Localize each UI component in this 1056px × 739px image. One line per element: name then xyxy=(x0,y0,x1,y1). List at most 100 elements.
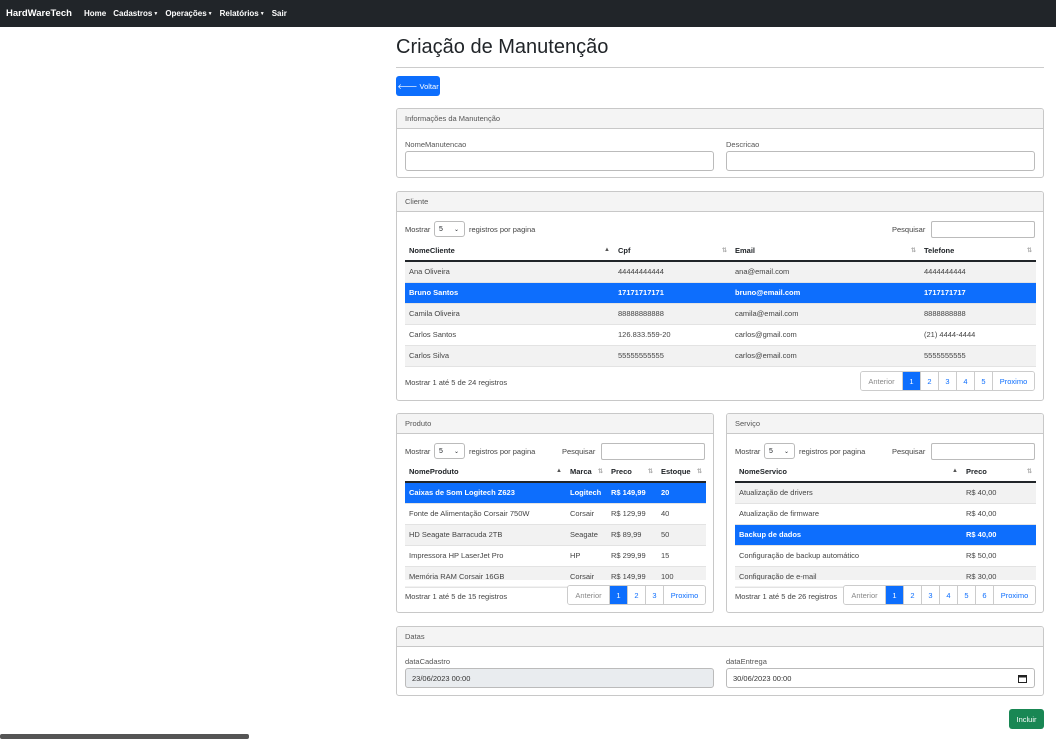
produto-card: Produto Mostrar 5 ⌄ registros por pagina … xyxy=(396,413,714,613)
cliente-search-input[interactable] xyxy=(931,221,1035,238)
table-row-selected[interactable]: Backup de dados R$ 40,00 xyxy=(735,524,1036,546)
datas-card: Datas dataCadastro 23/06/2023 00:00 data… xyxy=(396,626,1044,696)
table-cell: 40 xyxy=(657,503,706,525)
table-info: Mostrar 1 até 5 de 15 registros xyxy=(405,592,508,601)
table-row[interactable]: Atualização de firmware R$ 40,00 xyxy=(735,503,1036,525)
table-cell: 20 xyxy=(657,482,706,504)
caret-down-icon: ▼ xyxy=(153,10,159,17)
search-label: Pesquisar xyxy=(892,447,926,456)
nav-relatorios-label: Relatórios xyxy=(219,9,259,18)
produto-card-header: Produto xyxy=(397,414,713,434)
pager-previous[interactable]: Anterior xyxy=(861,372,903,390)
table-cell: ana@email.com xyxy=(731,261,920,283)
column-label: Cpf xyxy=(618,246,631,255)
back-button[interactable]: 🡐 Voltar xyxy=(396,76,440,96)
calendar-icon[interactable] xyxy=(1018,674,1027,683)
pager-page[interactable]: 5 xyxy=(958,586,976,604)
nome-manutencao-input[interactable] xyxy=(405,151,714,171)
pager-previous[interactable]: Anterior xyxy=(844,586,886,604)
sort-icon: ⇅ xyxy=(1026,469,1032,475)
pager-page[interactable]: 3 xyxy=(939,372,957,390)
column-header[interactable]: Telefone ⇅ xyxy=(920,241,1036,262)
table-cell: R$ 89,99 xyxy=(607,524,657,546)
pager-page[interactable]: 2 xyxy=(921,372,939,390)
servico-card: Serviço Mostrar 5 ⌄ registros por pagina … xyxy=(726,413,1044,613)
column-header[interactable]: Estoque ⇅ xyxy=(657,462,706,483)
page-size-select[interactable]: 5 ⌄ xyxy=(434,221,465,237)
pager-next[interactable]: Proximo xyxy=(664,586,705,604)
horizontal-scrollbar[interactable] xyxy=(0,734,249,739)
column-label: Telefone xyxy=(924,246,955,255)
sort-asc-icon: ▲ xyxy=(952,468,958,474)
sort-icon: ⇅ xyxy=(721,248,727,254)
produto-search-input[interactable] xyxy=(601,443,705,460)
table-cell: Configuração de backup automático xyxy=(735,545,962,567)
cliente-pagination: Anterior 1 2 3 4 5 Proximo xyxy=(860,371,1035,391)
pager-page[interactable]: 1 xyxy=(610,586,628,604)
navbar: HardWareTech Home Cadastros▼ Operações▼ … xyxy=(0,0,1056,27)
pager-page[interactable]: 1 xyxy=(886,586,904,604)
table-row[interactable]: Ana Oliveira 44444444444 ana@email.com 4444… xyxy=(405,261,1036,283)
chevron-down-icon: ⌄ xyxy=(453,227,459,233)
pager-page[interactable]: 3 xyxy=(646,586,664,604)
page-size-value: 5 xyxy=(439,447,443,455)
nav-relatorios[interactable]: Relatórios▼ xyxy=(220,9,265,18)
table-row-selected[interactable]: Bruno Santos 17171717171 bruno@email.com 17… xyxy=(405,282,1036,304)
table-cell: (21) 4444-4444 xyxy=(920,324,1036,346)
incluir-button[interactable]: Incluir xyxy=(1009,709,1044,729)
descricao-input[interactable] xyxy=(726,151,1035,171)
page-size-select[interactable]: 5 ⌄ xyxy=(764,443,795,459)
pager-page[interactable]: 2 xyxy=(904,586,922,604)
table-row[interactable]: Carlos Santos 126.833.559-20 carlos@gmail.… xyxy=(405,324,1036,346)
column-header[interactable]: NomeCliente ▲ xyxy=(405,241,614,262)
table-row[interactable]: Fonte de Alimentação Corsair 750W Corsair… xyxy=(405,503,706,525)
table-cell: R$ 149,99 xyxy=(607,482,657,504)
table-row-selected[interactable]: Caixas de Som Logitech Z623 Logitech R$ 14… xyxy=(405,482,706,504)
pager-previous[interactable]: Anterior xyxy=(568,586,610,604)
pager-page[interactable]: 5 xyxy=(975,372,993,390)
column-header[interactable]: Preco ⇅ xyxy=(607,462,657,483)
column-header[interactable]: Email ⇅ xyxy=(731,241,920,262)
column-header[interactable]: NomeServico ▲ xyxy=(735,462,962,483)
pager-next[interactable]: Proximo xyxy=(994,586,1035,604)
nav-cadastros-label: Cadastros xyxy=(113,9,153,18)
nav-operacoes-label: Operações xyxy=(165,9,207,18)
nav-operacoes[interactable]: Operações▼ xyxy=(165,9,212,18)
data-cadastro-input: 23/06/2023 00:00 xyxy=(405,668,714,688)
table-cell: HP xyxy=(566,545,607,567)
data-entrega-input[interactable]: 30/06/2023 00:00 xyxy=(726,668,1035,688)
table-row[interactable]: Carlos Silva 55555555555 carlos@email.com 5… xyxy=(405,345,1036,367)
pager-page[interactable]: 6 xyxy=(976,586,994,604)
brand-logo[interactable]: HardWareTech xyxy=(6,8,72,19)
pager-page[interactable]: 4 xyxy=(940,586,958,604)
column-header[interactable]: Cpf ⇅ xyxy=(614,241,731,262)
page-size-select[interactable]: 5 ⌄ xyxy=(434,443,465,459)
table-cell: 15 xyxy=(657,545,706,567)
table-row[interactable]: Configuração de backup automático R$ 50,0… xyxy=(735,545,1036,567)
pager-next[interactable]: Proximo xyxy=(993,372,1034,390)
pager-page[interactable]: 1 xyxy=(903,372,921,390)
table-row[interactable]: HD Seagate Barracuda 2TB Seagate R$ 89,99 5… xyxy=(405,524,706,546)
column-header[interactable]: Preco ⇅ xyxy=(962,462,1036,483)
column-label: Marca xyxy=(570,467,592,476)
table-cell: 55555555555 xyxy=(614,345,731,367)
nav-home[interactable]: Home xyxy=(84,9,106,18)
search-label: Pesquisar xyxy=(562,447,596,456)
table-cell: Carlos Santos xyxy=(405,324,614,346)
nav-cadastros[interactable]: Cadastros▼ xyxy=(113,9,158,18)
column-label: Preco xyxy=(966,467,987,476)
nav-sair[interactable]: Sair xyxy=(272,9,287,18)
page-size-value: 5 xyxy=(439,225,443,233)
table-row[interactable]: Atualização de drivers R$ 40,00 xyxy=(735,482,1036,504)
pager-page[interactable]: 2 xyxy=(628,586,646,604)
sort-icon: ⇅ xyxy=(910,248,916,254)
column-header[interactable]: Marca ⇅ xyxy=(566,462,607,483)
servico-pagination: Anterior 1 2 3 4 5 6 Proximo xyxy=(843,585,1036,605)
servico-search-input[interactable] xyxy=(931,443,1035,460)
table-row[interactable]: Impressora HP LaserJet Pro HP R$ 299,99 15 xyxy=(405,545,706,567)
table-row[interactable]: Camila Oliveira 88888888888 camila@email.c… xyxy=(405,303,1036,325)
pager-page[interactable]: 3 xyxy=(922,586,940,604)
datas-card-header: Datas xyxy=(397,627,1043,647)
column-header[interactable]: NomeProduto ▲ xyxy=(405,462,566,483)
pager-page[interactable]: 4 xyxy=(957,372,975,390)
